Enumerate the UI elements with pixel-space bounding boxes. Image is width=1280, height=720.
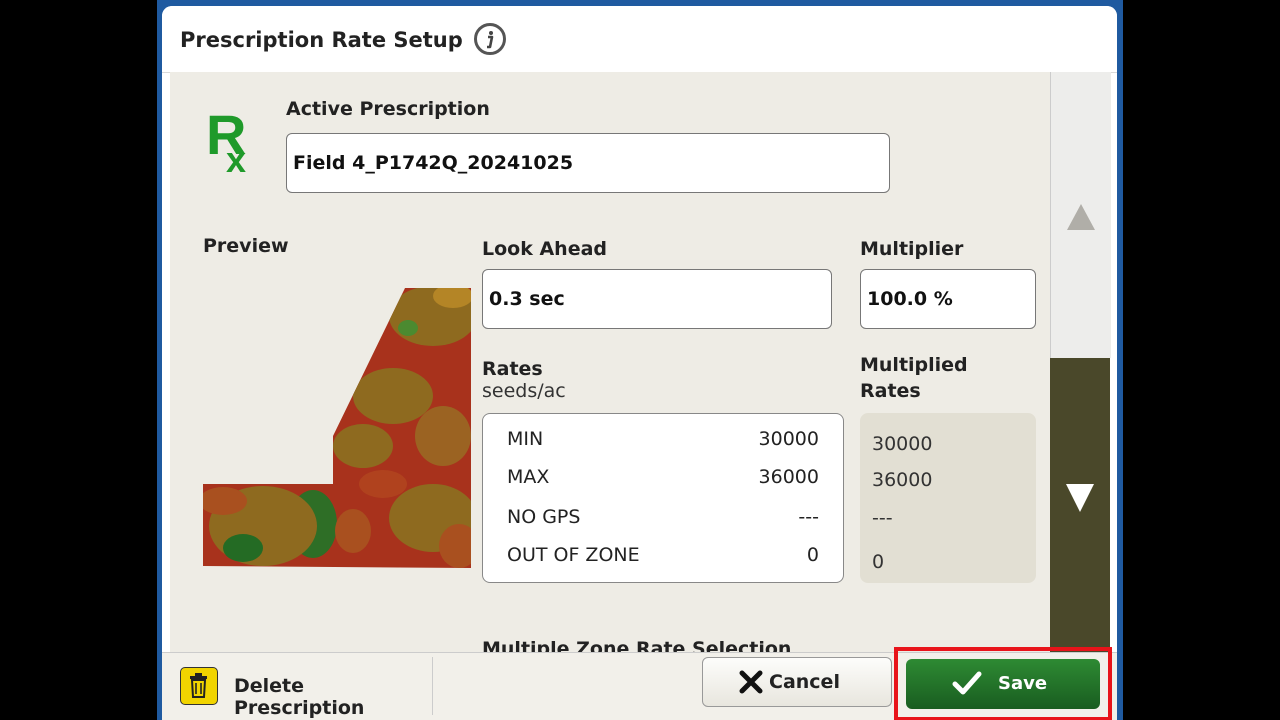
- preview-label: Preview: [203, 235, 289, 257]
- multiplied-rates-label: Multiplied: [860, 354, 968, 376]
- rate-value: 30000: [758, 428, 819, 450]
- rate-value: 0: [806, 544, 819, 566]
- rates-table[interactable]: MIN 30000 MAX 36000 NO GPS --- OUT OF ZO…: [482, 413, 844, 583]
- multiplier-input[interactable]: 100.0 %: [860, 269, 1036, 329]
- rate-value: ---: [798, 506, 819, 528]
- rate-row-min: MIN 30000: [507, 428, 819, 456]
- trash-icon: [180, 667, 218, 705]
- multiplied-rate-value: ---: [872, 507, 893, 529]
- prescription-preview-map: [203, 288, 471, 568]
- scroll-up-button[interactable]: [1050, 72, 1111, 358]
- save-label: Save: [998, 673, 1048, 694]
- triangle-up-icon: [1067, 204, 1095, 230]
- rate-key: OUT OF ZONE: [507, 544, 640, 566]
- cancel-button[interactable]: Cancel: [702, 657, 892, 707]
- info-icon[interactable]: [474, 23, 506, 55]
- save-button[interactable]: Save: [906, 659, 1100, 709]
- scroll-down-button[interactable]: [1050, 358, 1110, 652]
- multiplier-label: Multiplier: [860, 238, 964, 260]
- settings-panel: R x Active Prescription Field 4_P1742Q_2…: [170, 72, 1050, 652]
- rate-key: NO GPS: [507, 506, 581, 528]
- save-highlight-box: Save: [894, 647, 1112, 720]
- multiplied-rates-label-2: Rates: [860, 380, 921, 402]
- rate-key: MAX: [507, 466, 550, 488]
- look-ahead-label: Look Ahead: [482, 238, 608, 260]
- multiple-zone-rate-selection-label: Multiple Zone Rate Selection: [482, 638, 792, 652]
- active-prescription-label: Active Prescription: [286, 98, 490, 120]
- rate-key: MIN: [507, 428, 544, 450]
- rate-row-no-gps: NO GPS ---: [507, 506, 819, 534]
- rates-unit: seeds/ac: [482, 380, 566, 402]
- title-bar: Prescription Rate Setup: [162, 6, 1117, 73]
- triangle-down-icon: [1066, 484, 1094, 512]
- rate-value: 36000: [758, 466, 819, 488]
- rx-icon: R x: [206, 106, 246, 176]
- multiplied-rate-value: 30000: [872, 433, 933, 455]
- x-icon: [739, 670, 763, 694]
- svg-text:x: x: [226, 139, 246, 176]
- multiplied-rates-box: 30000 36000 --- 0: [860, 413, 1036, 583]
- rate-row-max: MAX 36000: [507, 466, 819, 494]
- cancel-label: Cancel: [769, 671, 840, 693]
- footer-bar: Delete Prescription Cancel Save: [162, 647, 1117, 720]
- rates-label: Rates: [482, 358, 543, 380]
- page-title: Prescription Rate Setup: [180, 28, 463, 52]
- scrollbar[interactable]: [1050, 72, 1111, 652]
- active-prescription-field[interactable]: Field 4_P1742Q_20241025: [286, 133, 890, 193]
- multiplied-rate-value: 0: [872, 551, 885, 573]
- multiplied-rate-value: 36000: [872, 469, 933, 491]
- delete-prescription-label: Delete Prescription: [234, 675, 365, 719]
- prescription-rate-setup-dialog: Prescription Rate Setup R x Active Presc…: [162, 6, 1117, 720]
- check-icon: [952, 671, 982, 695]
- delete-prescription-button[interactable]: Delete Prescription: [170, 657, 433, 719]
- look-ahead-input[interactable]: 0.3 sec: [482, 269, 832, 329]
- rate-row-out-of-zone: OUT OF ZONE 0: [507, 544, 819, 572]
